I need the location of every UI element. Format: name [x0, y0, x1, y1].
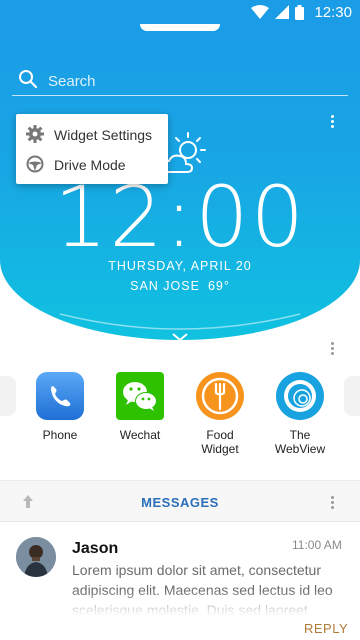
messages-header: MESSAGES [0, 480, 360, 522]
menu-item-drive-mode[interactable]: Drive Mode [16, 150, 168, 180]
app-label: Phone [42, 428, 78, 442]
app-label: The WebView [274, 428, 326, 456]
app-food-widget[interactable]: Food Widget [188, 372, 252, 456]
apps-more-options-icon[interactable] [324, 340, 340, 356]
city-label: SAN JOSE [130, 279, 200, 293]
weather-location: SAN JOSE 69° [0, 279, 360, 293]
search-input[interactable]: Search [48, 73, 96, 90]
menu-item-label: Widget Settings [54, 127, 153, 143]
top-notch [140, 24, 220, 31]
menu-item-widget-settings[interactable]: Widget Settings [16, 120, 168, 150]
scroll-peek-right [344, 376, 360, 416]
menu-item-label: Drive Mode [54, 157, 126, 173]
message-fade [0, 590, 360, 620]
app-phone[interactable]: Phone [28, 372, 92, 442]
app-webview[interactable]: The WebView [268, 372, 332, 456]
clock-time: 12:00 [53, 168, 307, 266]
wechat-icon [116, 372, 164, 420]
avatar [16, 537, 56, 577]
battery-icon [295, 4, 305, 20]
scroll-peek-left [0, 376, 16, 416]
webview-icon [276, 372, 324, 420]
reply-button[interactable]: REPLY [304, 621, 348, 636]
status-bar: 12:30 [0, 0, 360, 24]
status-time: 12:30 [314, 3, 352, 21]
steering-wheel-icon [26, 155, 44, 176]
phone-icon [36, 372, 84, 420]
app-label: Food Widget [201, 428, 239, 456]
more-options-icon[interactable] [324, 113, 340, 129]
clock-date: THURSDAY, APRIL 20 [108, 259, 252, 273]
widget-popup-menu: Widget Settings Drive Mode [16, 114, 168, 184]
gear-icon [26, 124, 44, 146]
message-time: 11:00 AM [292, 538, 342, 552]
messages-title: MESSAGES [141, 495, 219, 510]
app-wechat[interactable]: Wechat [108, 372, 172, 442]
food-widget-icon [196, 372, 244, 420]
cellular-signal-icon [275, 5, 290, 19]
search-bar[interactable]: Search [12, 68, 348, 96]
temperature-label: 69° [207, 279, 230, 293]
search-icon [18, 69, 38, 94]
message-sender: Jason [72, 540, 119, 557]
messages-more-options-icon[interactable] [324, 494, 340, 510]
chevron-down-icon[interactable] [170, 330, 190, 340]
app-label: Wechat [119, 428, 161, 442]
wifi-icon [251, 5, 270, 19]
